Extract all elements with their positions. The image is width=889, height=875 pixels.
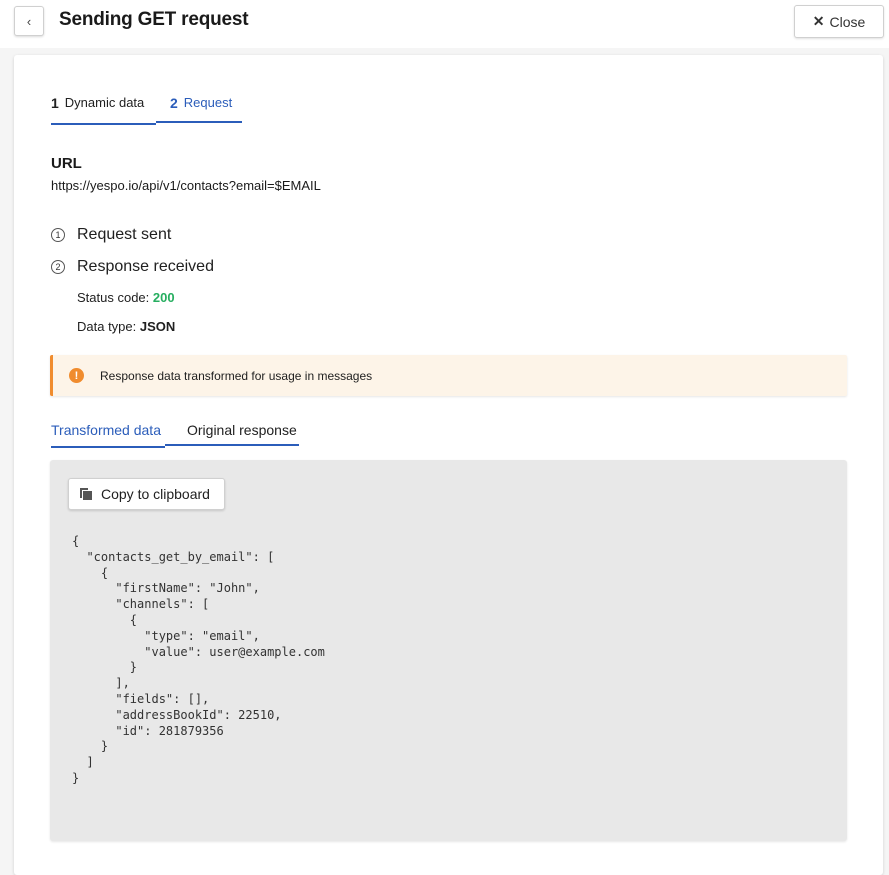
response-received-row: 2 Response received	[51, 258, 214, 276]
back-button[interactable]: ‹	[14, 6, 44, 36]
step-number: 1	[51, 95, 59, 111]
json-code-block: { "contacts_get_by_email": [ { "firstNam…	[72, 534, 325, 787]
step-dynamic-data[interactable]: 1 Dynamic data	[51, 95, 156, 125]
code-line: "id": 281879356	[72, 723, 224, 738]
response-tabs: Transformed data Original response	[51, 422, 299, 448]
code-line: }	[72, 770, 80, 785]
code-line: "addressBookId": 22510,	[72, 707, 282, 722]
close-icon: ✕	[812, 13, 825, 29]
code-line: "type": "email",	[72, 628, 260, 643]
copy-to-clipboard-button[interactable]: Copy to clipboard	[68, 478, 225, 510]
url-value: https://yespo.io/api/v1/contacts?email=$…	[51, 178, 321, 193]
code-line: }	[72, 739, 109, 754]
step-request[interactable]: 2 Request	[156, 95, 242, 123]
code-line: "value": user@example.com	[72, 644, 325, 659]
step-two-icon: 2	[51, 260, 65, 274]
code-line: {	[72, 565, 109, 580]
step-one-icon: 1	[51, 228, 65, 242]
close-button[interactable]: ✕ Close	[794, 5, 884, 38]
status-code: Status code: 200	[77, 290, 175, 305]
top-bar: ‹ Sending GET request ✕ Close	[0, 0, 889, 48]
code-panel: Copy to clipboard { "contacts_get_by_ema…	[50, 460, 847, 841]
request-sent-label: Request sent	[77, 226, 172, 243]
response-received-label: Response received	[77, 258, 214, 275]
request-sent-row: 1 Request sent	[51, 226, 171, 244]
copy-button-label: Copy to clipboard	[101, 486, 210, 502]
transform-alert: ! Response data transformed for usage in…	[50, 355, 847, 396]
status-code-label: Status code:	[77, 290, 150, 305]
step-label: Dynamic data	[64, 95, 145, 110]
tab-transformed-data[interactable]: Transformed data	[51, 422, 165, 448]
copy-icon	[80, 488, 92, 500]
data-type-label: Data type:	[77, 319, 137, 334]
data-type-value: JSON	[139, 319, 176, 334]
code-line: {	[72, 534, 80, 548]
page-title: Sending GET request	[59, 9, 249, 30]
step-label: Request	[183, 95, 233, 110]
code-line: ]	[72, 755, 94, 770]
tab-original-response[interactable]: Original response	[165, 422, 299, 446]
stepper: 1 Dynamic data 2 Request	[51, 95, 242, 125]
step-number: 2	[170, 95, 178, 111]
code-line: {	[72, 612, 138, 627]
status-code-value: 200	[152, 290, 175, 305]
code-line: "firstName": "John",	[72, 581, 260, 596]
code-line: ],	[72, 676, 130, 691]
url-label: URL	[51, 155, 82, 172]
request-card: 1 Dynamic data 2 Request URL https://yes…	[14, 55, 883, 875]
close-button-label: Close	[829, 13, 866, 30]
chevron-left-icon: ‹	[26, 13, 32, 29]
code-line: "channels": [	[72, 597, 210, 612]
data-type: Data type: JSON	[77, 319, 175, 334]
warning-icon: !	[69, 368, 84, 383]
code-line: }	[72, 660, 138, 675]
code-line: "fields": [],	[72, 691, 210, 706]
alert-text: Response data transformed for usage in m…	[100, 368, 373, 383]
code-line: "contacts_get_by_email": [	[72, 549, 275, 564]
